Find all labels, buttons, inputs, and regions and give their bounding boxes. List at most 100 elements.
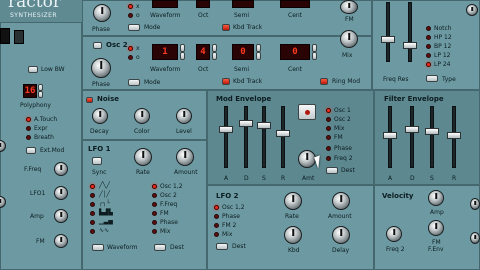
brand-area: ractor SYNTHESIZER [0, 0, 82, 22]
filter-env-a-handle[interactable] [383, 132, 397, 139]
mod-env-r-handle[interactable] [276, 130, 290, 137]
osc1-mode-led-2 [128, 13, 133, 18]
lfo1-sync-button[interactable] [92, 157, 102, 165]
mod-env-amt-knob[interactable] [298, 150, 316, 168]
velocity-amp-knob[interactable] [428, 190, 444, 206]
lfo2-dest-button[interactable] [216, 243, 228, 250]
triangle-wave-icon: ╱╲╱ [99, 182, 110, 189]
display-fragment [0, 28, 10, 44]
fm-mod-knob[interactable] [54, 234, 68, 248]
osc2-cent-display[interactable]: 0 [280, 44, 310, 60]
res-fader-handle[interactable] [403, 42, 417, 49]
filter-env-s-label: S [430, 175, 434, 182]
lfo2-kbd-knob[interactable] [284, 226, 302, 244]
osc2-waveform-display[interactable]: 1 [152, 44, 178, 60]
mix-label: Mix [342, 52, 353, 59]
filter-edge-knob[interactable] [466, 4, 478, 16]
lfo1-dest-osc2: Osc 2 [160, 192, 177, 199]
lfo1-dest-button[interactable] [154, 244, 166, 251]
osc2-enable-button[interactable] [93, 42, 102, 49]
osc2-waveform-label: Waveform [150, 66, 181, 73]
freq-fader-handle[interactable] [381, 36, 395, 43]
osc2-oct-up[interactable] [212, 44, 217, 52]
lfo1-dest-led-2 [152, 193, 157, 198]
lfo2-rate-knob[interactable] [284, 192, 302, 210]
mod-env-dest-button[interactable] [326, 167, 338, 174]
polyphony-display[interactable]: 16 [23, 84, 37, 98]
osc2-semi-down[interactable] [256, 52, 261, 60]
osc2-phase-knob[interactable] [91, 58, 111, 78]
osc2-cent-down[interactable] [312, 52, 317, 60]
polyphony-up-button[interactable] [38, 84, 43, 91]
noise-decay-knob[interactable] [92, 108, 108, 124]
mod-env-dest-led-6 [326, 156, 331, 161]
mod-env-s-handle[interactable] [257, 122, 271, 129]
noise-title: Noise [97, 95, 119, 103]
noise-enable-button[interactable] [86, 97, 93, 103]
fm-knob[interactable] [340, 0, 358, 14]
lfo1-rate-knob[interactable] [134, 148, 152, 166]
lfo2-amount-knob[interactable] [332, 192, 350, 210]
filter-type-bp12: BP 12 [434, 43, 452, 50]
ext-mod-button[interactable] [26, 147, 36, 154]
mix-knob[interactable] [340, 30, 358, 48]
lfo1-dest-label: Dest [170, 244, 184, 251]
velocity-edge-knob-2[interactable] [470, 232, 480, 244]
osc2-cent-up[interactable] [312, 44, 317, 52]
filter-env-r-handle[interactable] [447, 132, 461, 139]
lfo2-dest-led-1 [214, 205, 219, 210]
ring-mod-button[interactable] [320, 78, 328, 85]
mod-env-d-track [244, 106, 248, 168]
selector-fragment[interactable] [14, 30, 24, 44]
osc1-waveform-display[interactable] [152, 0, 178, 8]
lfo1-waveform-button[interactable] [92, 244, 104, 251]
ffreq-knob[interactable] [54, 162, 68, 176]
osc2-oct-display[interactable]: 4 [196, 44, 210, 60]
filter-env-s-handle[interactable] [425, 128, 439, 135]
amp-mod-knob[interactable] [54, 209, 68, 223]
mod-env-invert-button[interactable] [298, 104, 316, 120]
osc1-oct-display[interactable] [196, 0, 210, 8]
lfo1-mod-knob[interactable] [54, 186, 68, 200]
low-bw-button[interactable] [28, 66, 38, 73]
filter-env-r-label: R [452, 175, 457, 182]
osc2-oct-down[interactable] [212, 52, 217, 60]
velocity-freq2-knob[interactable] [386, 226, 402, 242]
lfo2-delay-knob[interactable] [332, 226, 350, 244]
osc1-phase-knob[interactable] [93, 4, 111, 22]
lfo1-amount-knob[interactable] [176, 148, 194, 166]
mod-env-a-handle[interactable] [219, 126, 233, 133]
filter-env-d-handle[interactable] [405, 126, 419, 133]
velocity-edge-knob-1[interactable] [470, 198, 480, 210]
noise-level-knob[interactable] [176, 108, 192, 124]
polyphony-down-button[interactable] [38, 91, 43, 98]
osc1-cent-label: Cent [288, 12, 303, 19]
stepped-wave-icon: ▁▃▅ [99, 218, 113, 225]
mod-env-d-handle[interactable] [239, 120, 253, 127]
smooth-random-icon: ∿∿ [99, 227, 110, 234]
expr-led [26, 126, 31, 131]
velocity-fm-label: FM [432, 239, 441, 246]
osc1-cent-display[interactable] [280, 0, 310, 8]
osc1-oct-label: Oct [198, 12, 209, 19]
osc2-semi-display[interactable]: 0 [232, 44, 254, 60]
osc2-semi-up[interactable] [256, 44, 261, 52]
osc1-semi-display[interactable] [232, 0, 254, 8]
lfo2-dest-led-4 [214, 232, 219, 237]
mod-env-dest-osc2: Osc 2 [334, 116, 351, 123]
noise-color-knob[interactable] [134, 108, 150, 124]
velocity-fm-knob[interactable] [428, 220, 444, 236]
filter-type-button[interactable] [426, 75, 438, 82]
left-panel [0, 22, 82, 270]
osc2-mode-button[interactable] [128, 79, 140, 86]
lfo1-dest-mix: Mix [160, 228, 171, 235]
osc1-mode-button[interactable] [128, 24, 140, 31]
velocity-freq2-label: Freq 2 [386, 246, 405, 253]
atouch-label: A.Touch [34, 116, 58, 123]
osc2-kbd-track-button[interactable] [222, 78, 230, 85]
osc2-waveform-up[interactable] [180, 44, 185, 52]
polyphony-label: Polyphony [20, 102, 51, 109]
low-bw-label: Low BW [41, 66, 65, 73]
osc2-waveform-down[interactable] [180, 52, 185, 60]
osc1-kbd-track-button[interactable] [222, 24, 230, 31]
